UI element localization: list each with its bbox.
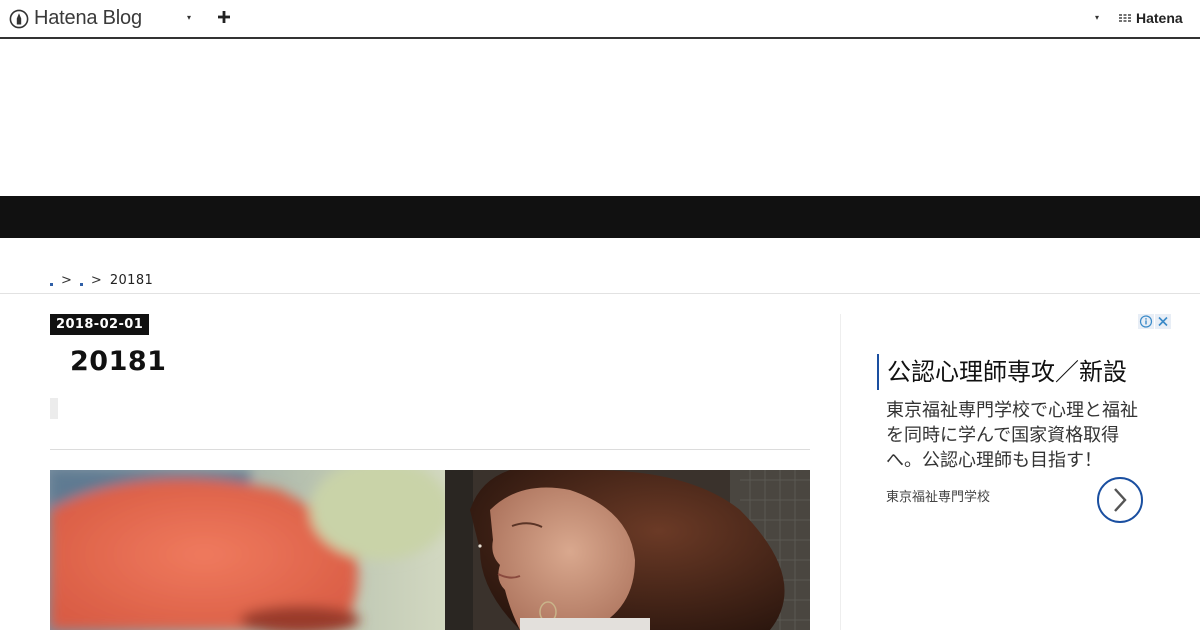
breadcrumb-link-category[interactable] bbox=[79, 283, 83, 286]
breadcrumb-divider bbox=[0, 293, 1200, 294]
sidebar-divider bbox=[840, 314, 841, 630]
hatena-mark-icon bbox=[1119, 14, 1132, 22]
info-icon[interactable] bbox=[1138, 314, 1154, 329]
entry-title[interactable]: 20181 bbox=[70, 346, 166, 377]
breadcrumb-separator: > bbox=[90, 272, 102, 288]
breadcrumb-current: 20181 bbox=[109, 272, 154, 288]
chevron-right-icon bbox=[1114, 488, 1127, 512]
ad-body-text[interactable]: 東京福祉専門学校で心理と福祉を同時に学んで国家資格取得へ。公認心理師も目指す！ bbox=[886, 398, 1146, 473]
blog-title-band bbox=[0, 196, 1200, 238]
entry-photo-image bbox=[50, 470, 810, 630]
entry-divider bbox=[50, 449, 810, 450]
ad-controls bbox=[1138, 314, 1171, 329]
user-menu-dropdown[interactable]: ▾ bbox=[1095, 13, 1099, 22]
plus-icon[interactable] bbox=[216, 9, 232, 25]
blog-menu-dropdown[interactable]: ▾ bbox=[187, 13, 191, 22]
entry-photo bbox=[50, 470, 810, 630]
breadcrumb: > > 20181 bbox=[50, 271, 153, 289]
close-icon[interactable] bbox=[1155, 314, 1171, 329]
ad-advertiser[interactable]: 東京福祉専門学校 bbox=[886, 486, 990, 505]
hatena-link[interactable]: Hatena bbox=[1118, 10, 1183, 26]
hatena-blog-logo[interactable]: Hatena Blog bbox=[9, 6, 142, 31]
global-header: Hatena Blog ▾ ▾ Hatena bbox=[0, 0, 1200, 39]
entry-category-tag[interactable] bbox=[50, 398, 58, 419]
entry-date[interactable]: 2018-02-01 bbox=[50, 314, 150, 335]
breadcrumb-link-top[interactable] bbox=[50, 283, 53, 286]
breadcrumb-separator: > bbox=[61, 272, 72, 288]
ad-headline[interactable]: 公認心理師専攻／新設 bbox=[877, 354, 1127, 390]
hatena-text: Hatena bbox=[1136, 10, 1183, 26]
ad-open-button[interactable] bbox=[1097, 477, 1143, 523]
sidebar-ad[interactable]: 公認心理師専攻／新設 東京福祉専門学校で心理と福祉を同時に学んで国家資格取得へ。… bbox=[860, 314, 1172, 630]
hatena-blog-pen-icon bbox=[9, 9, 29, 28]
logo-text: Hatena Blog bbox=[34, 7, 142, 29]
